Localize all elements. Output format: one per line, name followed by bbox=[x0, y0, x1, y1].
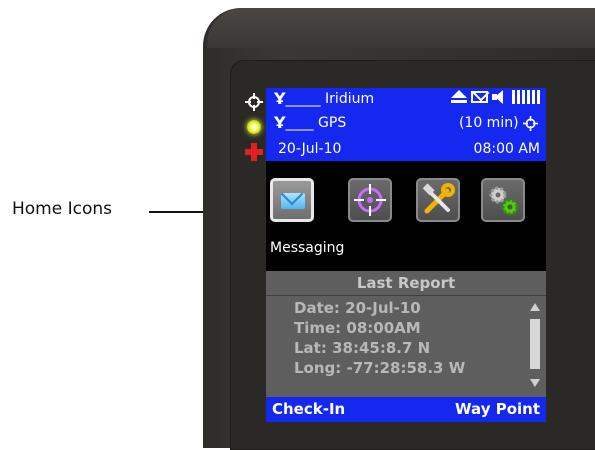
target-crosshair-icon bbox=[354, 184, 386, 216]
device-screen: Ұ_____ Iridium Ұ____ GPS (10 min) 20-Jul… bbox=[266, 88, 546, 422]
report-time: Time: 08:00AM bbox=[294, 319, 421, 337]
speaker-icon bbox=[492, 90, 508, 104]
tracking-interval: (10 min) bbox=[458, 115, 519, 131]
settings-icon[interactable] bbox=[481, 178, 525, 222]
tools-icon[interactable] bbox=[416, 178, 460, 222]
battery-bars-icon bbox=[512, 90, 540, 104]
gps-antenna-icon: Ұ bbox=[274, 113, 286, 132]
check-in-softkey[interactable]: Check-In bbox=[272, 400, 345, 418]
report-divider bbox=[266, 295, 546, 296]
eject-icon bbox=[451, 90, 467, 104]
crosshair-icon bbox=[523, 115, 538, 131]
iridium-label: Iridium bbox=[325, 91, 375, 107]
gps-indicator-icon bbox=[245, 93, 263, 111]
envelope-icon bbox=[281, 193, 305, 209]
scroll-down-arrow-icon[interactable] bbox=[530, 379, 540, 387]
device-top bbox=[207, 8, 595, 48]
status-time: 08:00 AM bbox=[473, 141, 540, 157]
gears-icon bbox=[489, 186, 519, 216]
mail-icon bbox=[471, 91, 488, 103]
report-title: Last Report bbox=[356, 274, 456, 292]
report-date: Date: 20-Jul-10 bbox=[294, 299, 421, 317]
waypoint-icon[interactable] bbox=[348, 178, 392, 222]
home-icons-row bbox=[266, 176, 546, 236]
iridium-signal-dashes: _____ bbox=[285, 91, 321, 107]
interval-group: (10 min) bbox=[459, 115, 538, 131]
way-point-softkey[interactable]: Way Point bbox=[455, 400, 540, 418]
gps-label: GPS bbox=[318, 115, 347, 131]
status-bar: Ұ_____ Iridium Ұ____ GPS (10 min) 20-Jul… bbox=[266, 88, 546, 161]
selected-icon-label: Messaging bbox=[270, 240, 345, 256]
scroll-up-arrow-icon[interactable] bbox=[530, 303, 540, 311]
report-lat: Lat: 38:45:8.7 N bbox=[294, 339, 431, 357]
gps-row: Ұ____ GPS bbox=[274, 113, 347, 132]
scrollbar-thumb[interactable] bbox=[530, 319, 540, 369]
callout-label: Home Icons bbox=[12, 199, 112, 219]
status-led bbox=[247, 120, 261, 134]
sos-cross-icon bbox=[245, 143, 263, 161]
messaging-icon[interactable] bbox=[270, 178, 314, 222]
report-long: Long: -77:28:58.3 W bbox=[294, 359, 466, 377]
status-icons bbox=[451, 90, 540, 104]
softkey-bar: Check-In Way Point bbox=[266, 397, 546, 422]
status-date: 20-Jul-10 bbox=[278, 141, 342, 157]
iridium-row: Ұ_____ Iridium bbox=[274, 89, 375, 108]
gps-signal-dashes: ____ bbox=[285, 115, 314, 131]
wrench-hammer-icon bbox=[422, 183, 455, 214]
report-body: Date: 20-Jul-10 Time: 08:00AM Lat: 38:45… bbox=[294, 298, 465, 378]
last-report-panel: Last Report Date: 20-Jul-10 Time: 08:00A… bbox=[266, 271, 546, 397]
iridium-antenna-icon: Ұ bbox=[274, 89, 286, 108]
